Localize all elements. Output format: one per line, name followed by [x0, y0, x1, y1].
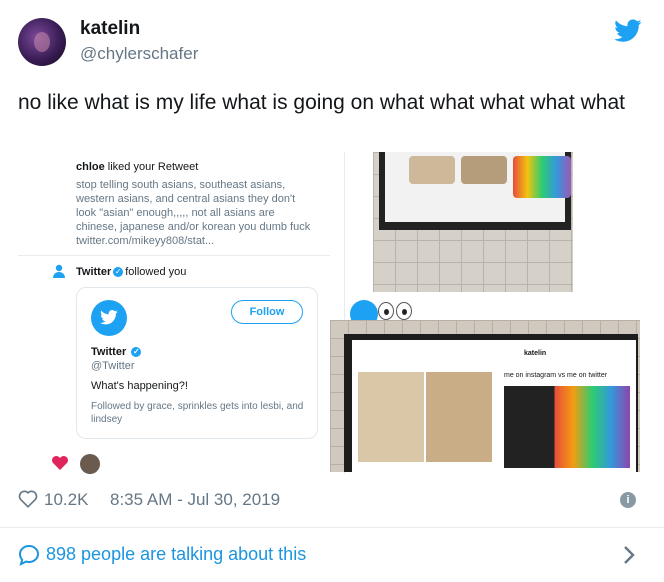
- pug-image: [358, 372, 424, 462]
- user-avatar: [80, 454, 100, 474]
- profile-name-text: Twitter: [91, 346, 127, 358]
- ad-screen: [385, 152, 571, 222]
- twitter-bird-icon: [100, 310, 118, 325]
- verified-icon: ✓: [113, 267, 124, 278]
- ad-caption: me on instagram vs me on twitter: [504, 372, 608, 379]
- eye-icon: [378, 302, 394, 320]
- ad-tweet-panel: katelin me on instagram vs me on twitter: [504, 344, 632, 468]
- like-count[interactable]: 10.2K: [44, 490, 88, 510]
- profile-card[interactable]: Follow Twitter ✓ @Twitter What's happeni…: [76, 287, 318, 439]
- tweet-card: katelin @chylerschafer no like what is m…: [0, 0, 664, 582]
- divider: [18, 255, 330, 256]
- shoes-image: [504, 386, 630, 468]
- talking-count-text[interactable]: 898 people are talking about this: [46, 544, 306, 565]
- pug-image: [461, 156, 507, 184]
- tweet-text: no like what is my life what is going on…: [18, 91, 625, 114]
- follow-account: Twitter: [76, 266, 112, 278]
- tweet-timestamp[interactable]: 8:35 AM - Jul 30, 2019: [110, 490, 280, 510]
- profile-name: Twitter ✓: [91, 346, 143, 358]
- pug-image: [426, 372, 492, 462]
- shoe-image: [513, 156, 571, 198]
- profile-followed-by: Followed by grace, sprinkles gets into l…: [91, 401, 304, 425]
- profile-bio: What's happening?!: [91, 380, 188, 392]
- pug-image: [409, 156, 455, 184]
- info-icon[interactable]: i: [620, 492, 636, 508]
- twitter-bird-icon[interactable]: [614, 18, 642, 44]
- follow-action: followed you: [125, 266, 187, 278]
- heart-icon: [52, 456, 68, 470]
- subway-photo-top[interactable]: [373, 152, 573, 292]
- chevron-right-icon[interactable]: [622, 544, 636, 566]
- avatar-face: [34, 32, 50, 52]
- follow-notification: Twitter ✓ followed you: [76, 266, 186, 278]
- ad-pug-panel: [358, 362, 498, 466]
- ad-screen-name: katelin: [524, 350, 547, 357]
- author-display-name[interactable]: katelin: [80, 18, 140, 40]
- notification-action: liked your Retweet: [107, 161, 199, 173]
- author-handle[interactable]: @chylerschafer: [80, 44, 198, 64]
- media-grid[interactable]: chloe liked your Retweet stop telling so…: [18, 152, 640, 474]
- subway-photo-bottom[interactable]: katelin me on instagram vs me on twitter: [330, 320, 640, 472]
- like-notification: chloe liked your Retweet stop telling so…: [76, 160, 316, 248]
- follow-button: Follow: [231, 300, 303, 324]
- verified-icon: ✓: [131, 347, 142, 358]
- author-avatar[interactable]: [18, 18, 66, 66]
- person-follow-icon: [53, 264, 65, 278]
- notification-user: chloe: [76, 161, 105, 173]
- speech-bubble-icon: [18, 544, 40, 566]
- twitter-avatar: [91, 300, 127, 336]
- eye-icon: [396, 302, 412, 320]
- like-heart-icon[interactable]: [18, 490, 38, 508]
- profile-handle: @Twitter: [91, 360, 135, 372]
- notification-body: stop telling south asians, southeast asi…: [76, 179, 311, 247]
- ad-screen: katelin me on instagram vs me on twitter: [352, 340, 636, 472]
- conversation-link[interactable]: 898 people are talking about this: [0, 528, 664, 582]
- screenshot-notifications[interactable]: chloe liked your Retweet stop telling so…: [18, 152, 345, 474]
